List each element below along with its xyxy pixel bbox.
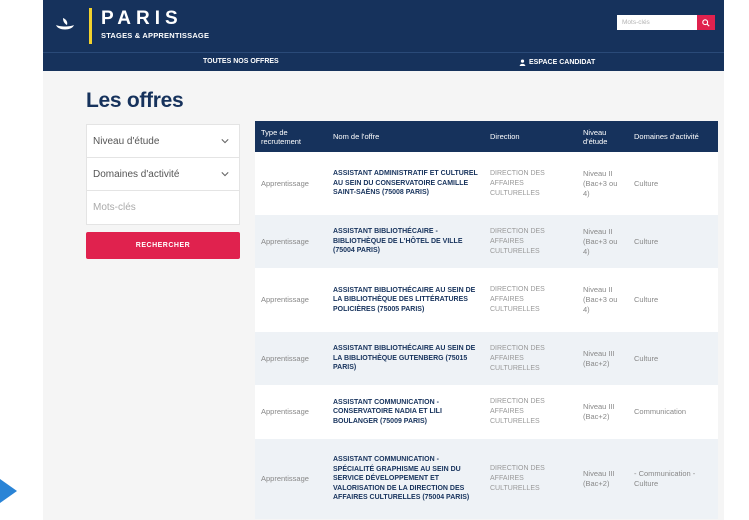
table-row[interactable]: Apprentissage ASSISTANT COMMUNICATION - … (255, 385, 718, 439)
cell-niveau: Niveau III (Bac+2) (577, 332, 628, 385)
page-title: Les offres (86, 89, 184, 112)
header-search-input[interactable] (617, 15, 697, 30)
cell-niveau: Niveau II (Bac+3 ou 4) (577, 152, 628, 215)
offers-table: Type de recrutement Nom de l'offre Direc… (255, 121, 718, 519)
cell-direction: DIRECTION DES AFFAIRES CULTURELLES (484, 215, 577, 268)
cell-domaine: Communication (628, 385, 718, 439)
cell-offer-name: ASSISTANT ADMINISTRATIF ET CULTUREL AU S… (327, 152, 484, 215)
main-nav: TOUTES NOS OFFRES ESPACE CANDIDAT (43, 52, 724, 71)
cell-type: Apprentissage (255, 268, 327, 332)
chevron-down-icon (221, 172, 229, 177)
offer-link[interactable]: ASSISTANT BIBLIOTHÉCAIRE - BIBLIOTHÈQUE … (333, 228, 463, 254)
cell-offer-name: ASSISTANT BIBLIOTHÉCAIRE - BIBLIOTHÈQUE … (327, 215, 484, 268)
rechercher-button[interactable]: RECHERCHER (86, 232, 240, 259)
nav-toutes-nos-offres[interactable]: TOUTES NOS OFFRES (203, 53, 279, 72)
offer-link[interactable]: ASSISTANT BIBLIOTHÉCAIRE AU SEIN DE LA B… (333, 287, 475, 313)
cell-offer-name: ASSISTANT BIBLIOTHÉCAIRE AU SEIN DE LA B… (327, 268, 484, 332)
user-icon (519, 59, 526, 66)
cell-direction: DIRECTION DES AFFAIRES CULTURELLES (484, 268, 577, 332)
cell-type: Apprentissage (255, 439, 327, 519)
cell-niveau: Niveau II (Bac+3 ou 4) (577, 268, 628, 332)
cell-type: Apprentissage (255, 385, 327, 439)
offer-link[interactable]: ASSISTANT BIBLIOTHÉCAIRE AU SEIN DE LA B… (333, 345, 475, 371)
table-row[interactable]: Apprentissage ASSISTANT BIBLIOTHÉCAIRE A… (255, 268, 718, 332)
cell-offer-name: ASSISTANT COMMUNICATION - SPÉCIALITÉ GRA… (327, 439, 484, 519)
cell-type: Apprentissage (255, 332, 327, 385)
header-nom[interactable]: Nom de l'offre (327, 121, 484, 152)
header-search (617, 15, 715, 30)
offer-link[interactable]: ASSISTANT ADMINISTRATIF ET CULTUREL AU S… (333, 170, 478, 196)
paris-logo[interactable] (43, 0, 87, 52)
offer-link[interactable]: ASSISTANT COMMUNICATION - SPÉCIALITÉ GRA… (333, 456, 469, 501)
niveau-etude-dropdown[interactable]: Niveau d'étude (87, 125, 239, 158)
niveau-etude-label: Niveau d'étude (93, 135, 160, 147)
cell-domaine: Culture (628, 332, 718, 385)
nav-espace-candidat[interactable]: ESPACE CANDIDAT (519, 53, 595, 72)
header-type[interactable]: Type de recrutement (255, 121, 327, 152)
offer-link[interactable]: ASSISTANT COMMUNICATION - CONSERVATOIRE … (333, 399, 442, 425)
table-header-row: Type de recrutement Nom de l'offre Direc… (255, 121, 718, 152)
brand[interactable]: PARIS STAGES & APPRENTISSAGE (101, 8, 210, 41)
keywords-row (87, 191, 239, 224)
cell-domaine: Culture (628, 215, 718, 268)
cell-niveau: Niveau II (Bac+3 ou 4) (577, 215, 628, 268)
header-niveau[interactable]: Niveau d'étude (577, 121, 628, 152)
table-row[interactable]: Apprentissage ASSISTANT BIBLIOTHÉCAIRE A… (255, 332, 718, 385)
brand-title: PARIS (101, 8, 183, 29)
cell-direction: DIRECTION DES AFFAIRES CULTURELLES (484, 439, 577, 519)
cell-type: Apprentissage (255, 152, 327, 215)
domaines-activite-label: Domaines d'activité (93, 168, 180, 180)
cell-direction: DIRECTION DES AFFAIRES CULTURELLES (484, 385, 577, 439)
table-row[interactable]: Apprentissage ASSISTANT COMMUNICATION - … (255, 439, 718, 519)
cell-offer-name: ASSISTANT COMMUNICATION - CONSERVATOIRE … (327, 385, 484, 439)
cell-offer-name: ASSISTANT BIBLIOTHÉCAIRE AU SEIN DE LA B… (327, 332, 484, 385)
brand-subtitle: STAGES & APPRENTISSAGE (101, 31, 210, 40)
cell-domaine: Culture (628, 268, 718, 332)
chevron-down-icon (221, 139, 229, 144)
site-header: PARIS STAGES & APPRENTISSAGE (43, 0, 724, 52)
domaines-activite-dropdown[interactable]: Domaines d'activité (87, 158, 239, 191)
cell-niveau: Niveau III (Bac+2) (577, 439, 628, 519)
header-domaines[interactable]: Domaines d'activité (628, 121, 718, 152)
cell-niveau: Niveau III (Bac+2) (577, 385, 628, 439)
header-search-button[interactable] (697, 15, 715, 30)
search-icon (702, 18, 710, 27)
header-direction[interactable]: Direction (484, 121, 577, 152)
nav-espace-label: ESPACE CANDIDAT (529, 58, 596, 66)
table-row[interactable]: Apprentissage ASSISTANT BIBLIOTHÉCAIRE -… (255, 215, 718, 268)
cell-domaine: Culture (628, 152, 718, 215)
table-row[interactable]: Apprentissage ASSISTANT ADMINISTRATIF ET… (255, 152, 718, 215)
ship-logo-icon (56, 18, 74, 30)
keywords-input[interactable] (87, 191, 239, 224)
logo-divider (89, 8, 92, 44)
pointer-arrow-icon (0, 479, 17, 503)
cell-direction: DIRECTION DES AFFAIRES CULTURELLES (484, 332, 577, 385)
cell-domaine: - Communication - Culture (628, 439, 718, 519)
cell-type: Apprentissage (255, 215, 327, 268)
filters-panel: Niveau d'étude Domaines d'activité (86, 124, 240, 225)
cell-direction: DIRECTION DES AFFAIRES CULTURELLES (484, 152, 577, 215)
